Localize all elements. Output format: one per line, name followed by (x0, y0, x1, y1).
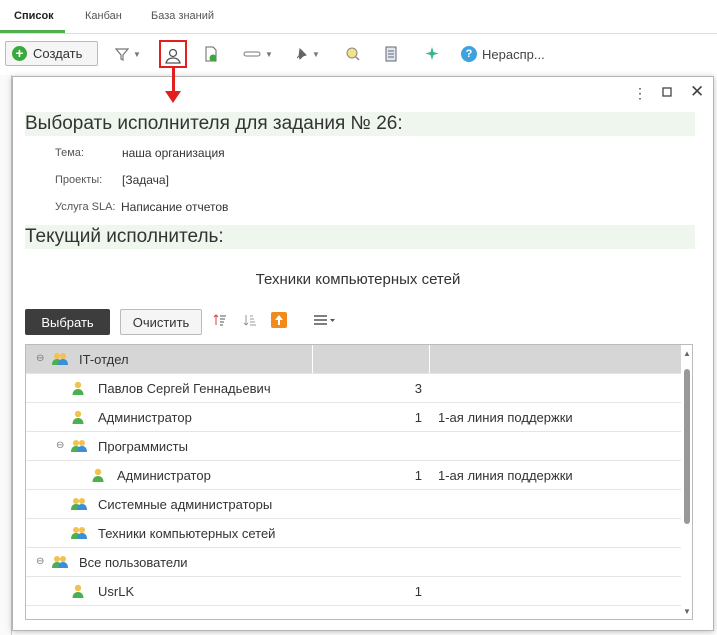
group-icon (70, 526, 88, 543)
user-icon (72, 584, 84, 602)
new-document-icon[interactable] (204, 42, 218, 66)
group-name: Все пользователи (79, 554, 188, 570)
user-name: Администратор (117, 467, 211, 483)
column-divider (429, 345, 430, 373)
link-icon[interactable]: ▼ (243, 42, 273, 66)
projects-label: Проекты: (55, 174, 103, 186)
up-level-icon[interactable] (271, 312, 287, 331)
user-name: Администратор (98, 409, 192, 425)
sla-label: Услуга SLA: (55, 201, 116, 213)
task-count: 1 (414, 583, 422, 599)
current-assignee-heading: Текущий исполнитель: (25, 225, 695, 249)
create-button[interactable]: + Создать (5, 41, 98, 66)
group-icon (51, 555, 69, 572)
help-icon: ? (461, 46, 477, 62)
list-icon[interactable] (385, 42, 397, 66)
scrollbar-thumb[interactable] (684, 369, 690, 524)
assignee-highlight-box (159, 40, 187, 68)
table-row[interactable]: ⊖ Все пользователи (26, 548, 681, 577)
collapse-icon[interactable]: ⊖ (36, 556, 44, 567)
toolbar: + Создать ▼ ▼ ▼ ? Нераспр... (0, 38, 717, 70)
column-divider (312, 345, 313, 373)
group-icon (51, 352, 69, 369)
group-icon (70, 439, 88, 456)
search-users-icon[interactable] (345, 42, 361, 66)
vertical-scrollbar[interactable]: ▲ ▼ (681, 345, 692, 619)
topic-value: наша организация (122, 146, 225, 160)
select-assignee-dialog: ⋮ ✕ Выборать исполнителя для задания № 2… (12, 76, 714, 631)
more-actions-icon[interactable] (313, 313, 337, 330)
group-icon (70, 497, 88, 514)
user-icon (92, 468, 104, 486)
user-icon (72, 381, 84, 399)
table-row[interactable]: Техники компьютерных сетей (26, 519, 681, 548)
pin-icon[interactable]: ▼ (294, 42, 320, 66)
unassigned-label: Нераспр... (482, 46, 545, 62)
tab-bar: Список Канбан База знаний (0, 0, 717, 34)
annotation-arrow-head (165, 91, 181, 103)
group-name: IT-отдел (79, 351, 129, 367)
group-name: Программисты (98, 438, 188, 454)
close-icon[interactable]: ✕ (690, 82, 704, 102)
sla-value: Написание отчетов (121, 200, 229, 214)
collapse-icon[interactable]: ⊖ (56, 440, 64, 451)
tab-kanban[interactable]: Канбан (85, 10, 122, 22)
filter-icon[interactable]: ▼ (115, 42, 141, 66)
scroll-down-arrow[interactable]: ▼ (683, 607, 691, 616)
projects-value: [Задача] (122, 173, 169, 187)
task-count: 3 (414, 380, 422, 396)
annotation-arrow-shaft (172, 68, 175, 92)
table-row[interactable]: Администратор 1 1-ая линия поддержки (26, 403, 681, 432)
background-list-edge (0, 75, 12, 635)
sort-desc-icon[interactable] (243, 313, 257, 330)
user-icon (72, 410, 84, 428)
select-button[interactable]: Выбрать (25, 309, 110, 335)
maximize-icon[interactable] (662, 84, 672, 100)
sparkle-icon[interactable] (424, 42, 440, 66)
table-row[interactable]: ⊖ Программисты (26, 432, 681, 461)
table-row[interactable]: UsrLK 1 (26, 577, 681, 606)
plus-icon: + (12, 46, 27, 61)
assignee-tree-table: ⊖ IT-отдел Павлов Сергей Геннадьевич 3 А… (25, 344, 693, 620)
table-row[interactable]: Администратор 1 1-ая линия поддержки (26, 461, 681, 490)
sort-asc-icon[interactable] (213, 313, 227, 330)
user-name: UsrLK (98, 583, 135, 599)
unassigned-filter-button[interactable]: ? Нераспр... (461, 42, 545, 66)
current-assignee-value: Техники компьютерных сетей (255, 271, 461, 288)
support-line: 1-ая линия поддержки (438, 467, 573, 483)
clear-button[interactable]: Очистить (120, 309, 202, 335)
user-name: Павлов Сергей Геннадьевич (98, 380, 271, 396)
active-tab-indicator (0, 30, 65, 33)
more-menu-icon[interactable]: ⋮ (633, 85, 647, 102)
scroll-up-arrow[interactable]: ▲ (683, 349, 691, 358)
support-line: 1-ая линия поддержки (438, 409, 573, 425)
collapse-icon[interactable]: ⊖ (36, 353, 44, 364)
task-count: 1 (414, 467, 422, 483)
topic-label: Тема: (55, 147, 84, 159)
table-row[interactable]: ⊖ IT-отдел (26, 345, 681, 374)
group-name: Техники компьютерных сетей (98, 525, 276, 541)
table-row[interactable]: Павлов Сергей Геннадьевич 3 (26, 374, 681, 403)
create-button-label: Создать (33, 46, 83, 61)
table-row[interactable]: Системные администраторы (26, 490, 681, 519)
group-name: Системные администраторы (98, 496, 273, 512)
task-count: 1 (414, 409, 422, 425)
tab-list[interactable]: Список (14, 10, 54, 22)
tab-knowledge-base[interactable]: База знаний (151, 10, 214, 22)
dialog-title: Выборать исполнителя для задания № 26: (25, 112, 695, 136)
